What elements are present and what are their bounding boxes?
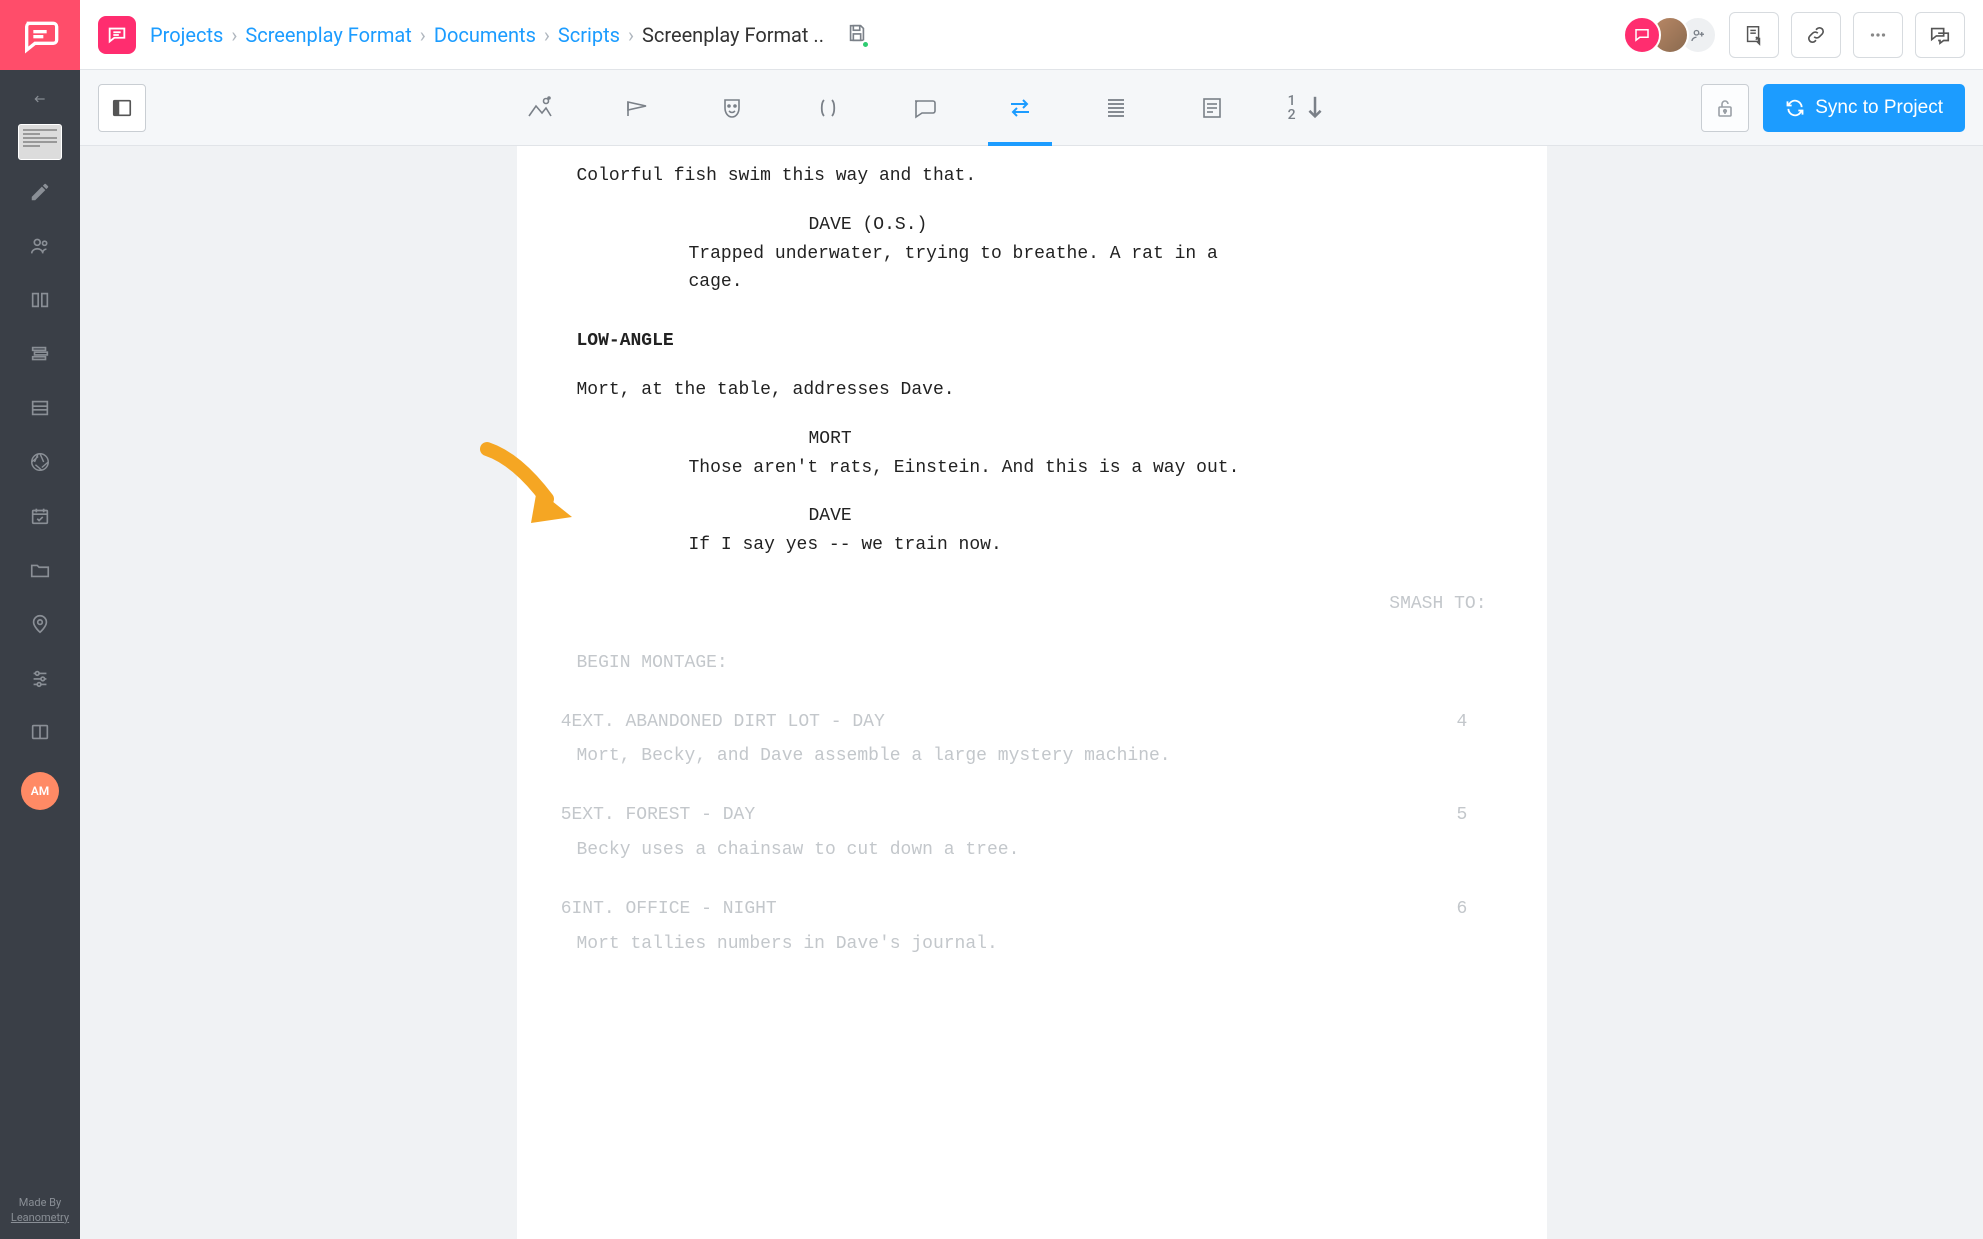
back-arrow-icon[interactable] [27, 84, 53, 114]
breadcrumb-scripts[interactable]: Scripts [558, 23, 620, 47]
export-button[interactable] [1729, 12, 1779, 58]
script-action[interactable]: Becky uses a chainsaw to cut down a tree… [577, 836, 1487, 865]
script-transition[interactable]: SMASH TO: [577, 590, 1487, 619]
scene-number-right: 4 [1457, 708, 1507, 737]
script-character[interactable]: DAVE [809, 502, 1487, 531]
action-icon[interactable] [616, 84, 656, 132]
sync-to-project-button[interactable]: Sync to Project [1763, 84, 1965, 132]
character-icon[interactable] [712, 84, 752, 132]
sidebar-footer: Made By Leanometry [11, 1196, 69, 1225]
panel-toggle-button[interactable] [98, 84, 146, 132]
more-options-button[interactable] [1853, 12, 1903, 58]
breadcrumb-documents[interactable]: Documents [434, 23, 536, 47]
sidebar-item-sliders[interactable] [18, 656, 62, 700]
sidebar-item-book[interactable] [18, 710, 62, 754]
breadcrumb-current: Screenplay Format .. [642, 23, 824, 47]
editor-toolbar: 12 Sync to Project [80, 70, 1983, 146]
notes-icon[interactable] [1192, 84, 1232, 132]
chevron-right-icon: › [544, 23, 550, 47]
sidebar-item-compare[interactable] [18, 278, 62, 322]
breadcrumb-screenplay-format[interactable]: Screenplay Format [245, 23, 411, 47]
breadcrumb: Projects › Screenplay Format › Documents… [150, 23, 824, 47]
save-indicator[interactable] [846, 22, 868, 48]
script-action[interactable]: Mort tallies numbers in Dave's journal. [577, 930, 1487, 959]
credit-link[interactable]: Leanometry [11, 1211, 69, 1225]
sidebar-item-list[interactable] [18, 386, 62, 430]
link-button[interactable] [1791, 12, 1841, 58]
script-scene-heading[interactable]: 5 EXT. FOREST - DAY 5 [577, 801, 1487, 830]
script-action[interactable]: Mort, Becky, and Dave assemble a large m… [577, 742, 1487, 771]
scene-number-right: 6 [1457, 895, 1507, 924]
sidebar-item-edit[interactable] [18, 170, 62, 214]
format-lines-icon[interactable] [1096, 84, 1136, 132]
sidebar-item-aperture[interactable] [18, 440, 62, 484]
script-scene-heading[interactable]: 6 INT. OFFICE - NIGHT 6 [577, 895, 1487, 924]
avatar-chat-icon[interactable] [1623, 16, 1661, 54]
document-scroll-area[interactable]: Colorful fish swim this way and that. DA… [80, 146, 1983, 1239]
sidebar-item-folder[interactable] [18, 548, 62, 592]
chevron-right-icon: › [420, 23, 426, 47]
dialogue-icon[interactable] [904, 84, 944, 132]
script-action[interactable]: Colorful fish swim this way and that. [577, 162, 1487, 191]
comments-button[interactable] [1915, 12, 1965, 58]
script-page[interactable]: Colorful fish swim this way and that. DA… [517, 146, 1547, 1239]
app-logo[interactable] [0, 0, 80, 70]
script-dialogue[interactable]: Those aren't rats, Einstein. And this is… [689, 454, 1267, 483]
scene-number-left: 4 [522, 708, 572, 737]
collaborator-avatars[interactable] [1633, 16, 1717, 54]
script-shot[interactable]: LOW-ANGLE [577, 327, 1487, 356]
scene-number-right: 5 [1457, 801, 1507, 830]
transition-icon[interactable] [1000, 84, 1040, 132]
left-sidebar: AM Made By Leanometry [0, 0, 80, 1239]
script-dialogue[interactable]: If I say yes -- we train now. [689, 531, 1267, 560]
lock-button[interactable] [1701, 84, 1749, 132]
chevron-right-icon: › [231, 23, 237, 47]
sidebar-item-calendar[interactable] [18, 494, 62, 538]
line-numbers-icon[interactable]: 12 [1288, 84, 1328, 132]
scene-heading-icon[interactable] [520, 84, 560, 132]
script-character[interactable]: DAVE (O.S.) [809, 211, 1487, 240]
script-scene-heading[interactable]: 4 EXT. ABANDONED DIRT LOT - DAY 4 [577, 708, 1487, 737]
annotation-arrow-icon [477, 439, 577, 529]
sidebar-item-layers[interactable] [18, 332, 62, 376]
top-header: Projects › Screenplay Format › Documents… [80, 0, 1983, 70]
script-dialogue[interactable]: Trapped underwater, trying to breathe. A… [689, 240, 1267, 298]
script-action[interactable]: Mort, at the table, addresses Dave. [577, 376, 1487, 405]
scene-number-left: 5 [522, 801, 572, 830]
scene-number-left: 6 [522, 895, 572, 924]
chevron-right-icon: › [628, 23, 634, 47]
project-logo[interactable] [98, 16, 136, 54]
script-character[interactable]: MORT [809, 425, 1487, 454]
sidebar-item-people[interactable] [18, 224, 62, 268]
script-montage-heading[interactable]: BEGIN MONTAGE: [577, 649, 1487, 678]
breadcrumb-projects[interactable]: Projects [150, 23, 223, 47]
user-avatar-badge[interactable]: AM [21, 772, 59, 810]
parenthetical-icon[interactable] [808, 84, 848, 132]
sidebar-item-location[interactable] [18, 602, 62, 646]
sidebar-item-document-thumb[interactable] [18, 124, 62, 160]
